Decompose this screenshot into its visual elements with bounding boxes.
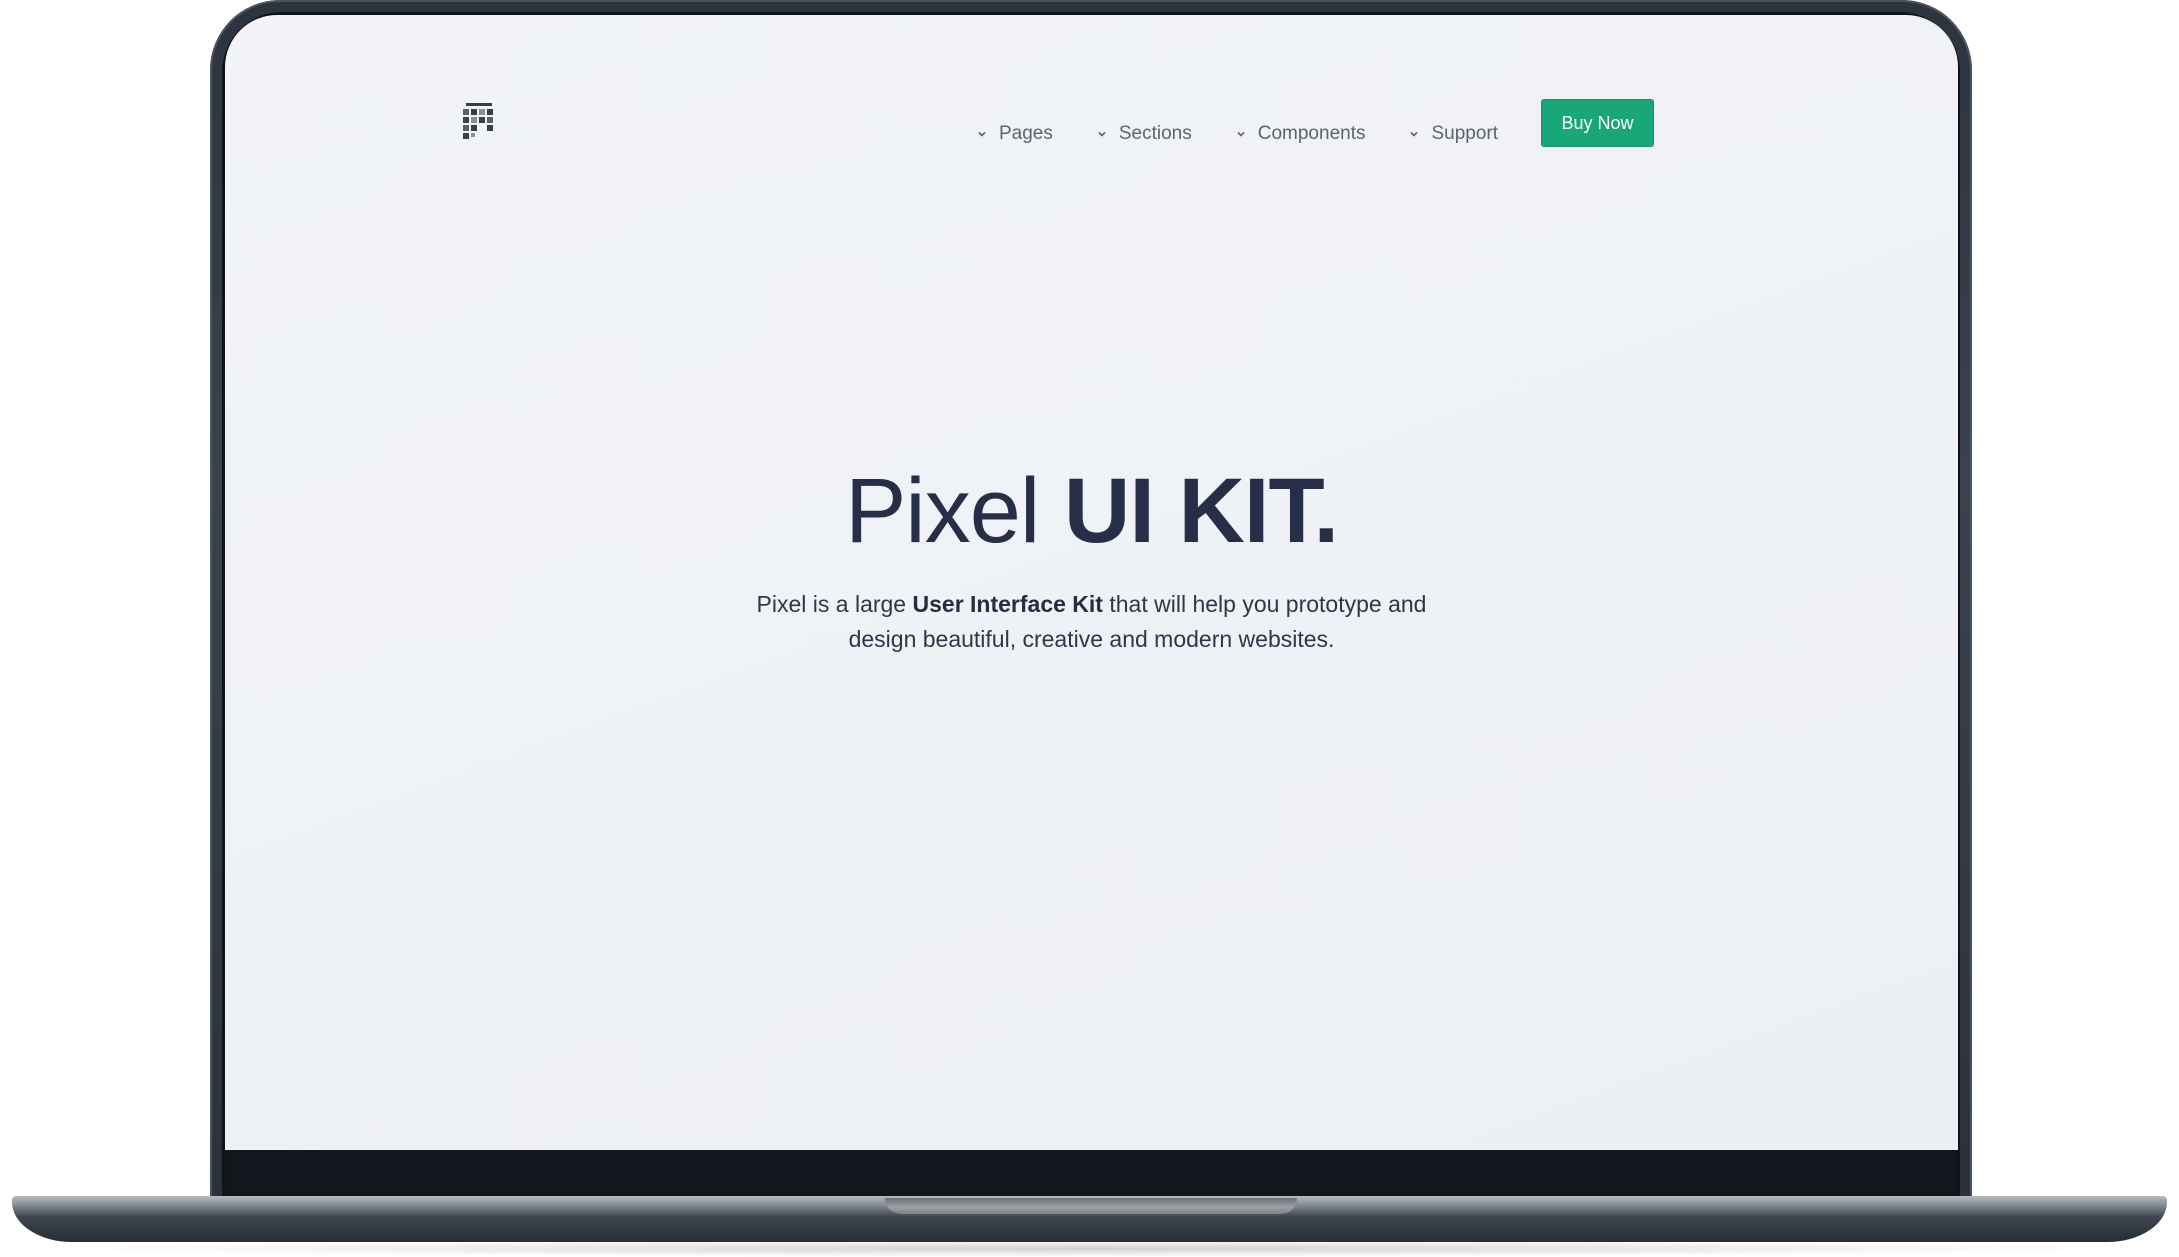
nav-item-support[interactable]: Support [1407, 123, 1498, 145]
subtitle-text-pre: Pixel is a large [756, 591, 907, 617]
device-mockup: Pages Sections Components Support Buy No… [0, 0, 2179, 1257]
base-shadow [40, 1240, 2140, 1257]
chevron-down-icon [1410, 131, 1419, 137]
chevron-down-icon [978, 131, 986, 137]
website-screen: Pages Sections Components Support Buy No… [225, 15, 1958, 1150]
hero-title: Pixel UI KIT. [225, 465, 1958, 557]
navbar: Pages Sections Components Support Buy No… [225, 15, 1958, 225]
nav-item-label: Support [1431, 123, 1499, 144]
chevron-down-icon [1237, 131, 1245, 137]
hinge-notch [885, 1198, 1297, 1214]
nav-item-label: Sections [1118, 123, 1192, 144]
nav-item-components[interactable]: Components [1234, 123, 1366, 145]
hero-title-light: Pixel [844, 460, 1040, 562]
nav-item-label: Components [1257, 123, 1366, 144]
nav-item-pages[interactable]: Pages [975, 123, 1053, 145]
subtitle-text-line2: design beautiful, creative and modern we… [848, 626, 1335, 652]
subtitle-text-post: that will help you prototype and [1109, 591, 1427, 617]
nav-item-sections[interactable]: Sections [1095, 123, 1192, 145]
hero-title-bold: UI KIT. [1063, 460, 1339, 562]
subtitle-text-bold: User Interface Kit [912, 591, 1103, 617]
chevron-down-icon [1098, 131, 1106, 137]
nav-item-label: Pages [999, 123, 1053, 144]
pixel-logo-icon[interactable] [463, 103, 495, 141]
nav-links: Pages Sections Components Support [975, 111, 1540, 157]
screen-chin [225, 1150, 1958, 1198]
hero-subtitle: Pixel is a large User Interface Kit that… [225, 587, 1958, 657]
buy-now-button[interactable]: Buy Now [1541, 99, 1654, 147]
